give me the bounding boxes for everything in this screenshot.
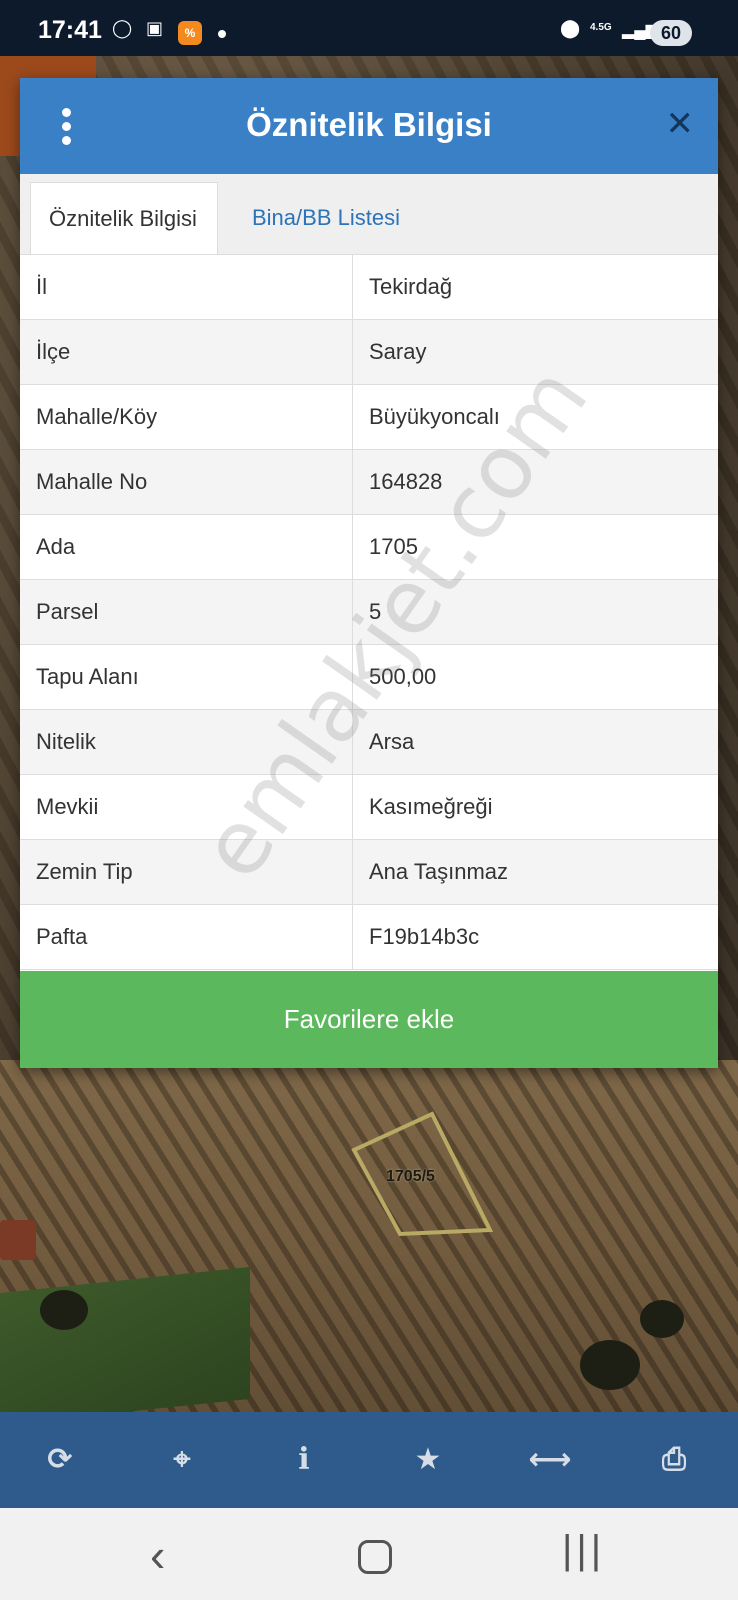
table-row: Ada 1705 (20, 514, 718, 580)
row-value: 5 (352, 579, 718, 645)
row-value: Ana Taşınmaz (352, 839, 718, 905)
map-toolbar: ⟳ ⌖ i ★ ⟷ ⎙ (0, 1412, 738, 1508)
home-icon[interactable] (358, 1540, 392, 1574)
row-value: 164828 (352, 449, 718, 515)
row-value: Kasımeğreği (352, 774, 718, 840)
row-key: İlçe (20, 319, 353, 385)
row-key: İl (20, 255, 353, 320)
locate-icon[interactable]: ⌖ (158, 1436, 206, 1484)
row-key: Parsel (20, 579, 353, 645)
row-value: Büyükyoncalı (352, 384, 718, 450)
row-key: Ada (20, 514, 353, 580)
table-row: Zemin Tip Ana Taşınmaz (20, 839, 718, 905)
row-value: Arsa (352, 709, 718, 775)
star-icon[interactable]: ★ (404, 1436, 452, 1484)
status-bar: 17:41 ◯ ▣ % ⬤ 4.5G ▂▄▆ 60 (0, 0, 738, 56)
back-icon[interactable]: ‹ (150, 1528, 165, 1582)
location-icon: ⬤ (560, 18, 581, 38)
table-row: Mahalle/Köy Büyükyoncalı (20, 384, 718, 450)
status-time: 17:41 (38, 16, 102, 44)
map-building (0, 1220, 36, 1260)
tab-attribute-info[interactable]: Öznitelik Bilgisi (30, 182, 218, 254)
map-tree (640, 1300, 684, 1338)
row-value: Tekirdağ (352, 255, 718, 320)
table-row: Parsel 5 (20, 579, 718, 645)
row-key: Mahalle No (20, 449, 353, 515)
row-key: Zemin Tip (20, 839, 353, 905)
attribute-table: İl Tekirdağ İlçe Saray Mahalle/Köy Büyük… (20, 255, 718, 970)
map-tree (580, 1340, 640, 1390)
table-row: Pafta F19b14b3c (20, 904, 718, 970)
table-row: İlçe Saray (20, 319, 718, 385)
table-row: Nitelik Arsa (20, 709, 718, 775)
scan-icon: ▣ (146, 18, 164, 38)
table-row: İl Tekirdağ (20, 255, 718, 320)
row-key: Tapu Alanı (20, 644, 353, 710)
dialog-header: Öznitelik Bilgisi ✕ (20, 78, 718, 174)
row-value: 500,00 (352, 644, 718, 710)
print-icon[interactable]: ⎙ (650, 1436, 698, 1484)
row-value: Saray (352, 319, 718, 385)
tab-building-list[interactable]: Bina/BB Listesi (234, 182, 418, 254)
row-key: Pafta (20, 904, 353, 970)
system-nav-bar: ‹ ||| (0, 1508, 738, 1600)
row-value: 1705 (352, 514, 718, 580)
info-icon[interactable]: i (280, 1436, 328, 1484)
table-row: Mevkii Kasımeğreği (20, 774, 718, 840)
parcel-label: 1705/5 (386, 1168, 435, 1185)
whatsapp-icon: ◯ (112, 18, 133, 38)
tab-bar: Öznitelik Bilgisi Bina/BB Listesi (20, 174, 718, 255)
measure-icon[interactable]: ⟷ (526, 1436, 574, 1484)
recent-apps-icon[interactable]: ||| (562, 1528, 605, 1573)
map-tree (40, 1290, 88, 1330)
network-indicator: 4.5G (590, 22, 612, 33)
notification-dot-icon (218, 30, 226, 38)
table-row: Tapu Alanı 500,00 (20, 644, 718, 710)
app-notification-icon: % (178, 21, 202, 45)
row-key: Nitelik (20, 709, 353, 775)
row-key: Mevkii (20, 774, 353, 840)
row-key: Mahalle/Köy (20, 384, 353, 450)
attribute-dialog: Öznitelik Bilgisi ✕ Öznitelik Bilgisi Bi… (20, 78, 718, 1068)
add-to-favorites-button[interactable]: Favorilere ekle (20, 971, 718, 1068)
dialog-title: Öznitelik Bilgisi (246, 106, 492, 143)
close-icon[interactable]: ✕ (666, 104, 695, 144)
map-vegetation-area (0, 1266, 250, 1426)
battery-indicator: 60 (650, 20, 692, 46)
refresh-icon[interactable]: ⟳ (36, 1436, 84, 1484)
table-row: Mahalle No 164828 (20, 449, 718, 515)
row-value: F19b14b3c (352, 904, 718, 970)
